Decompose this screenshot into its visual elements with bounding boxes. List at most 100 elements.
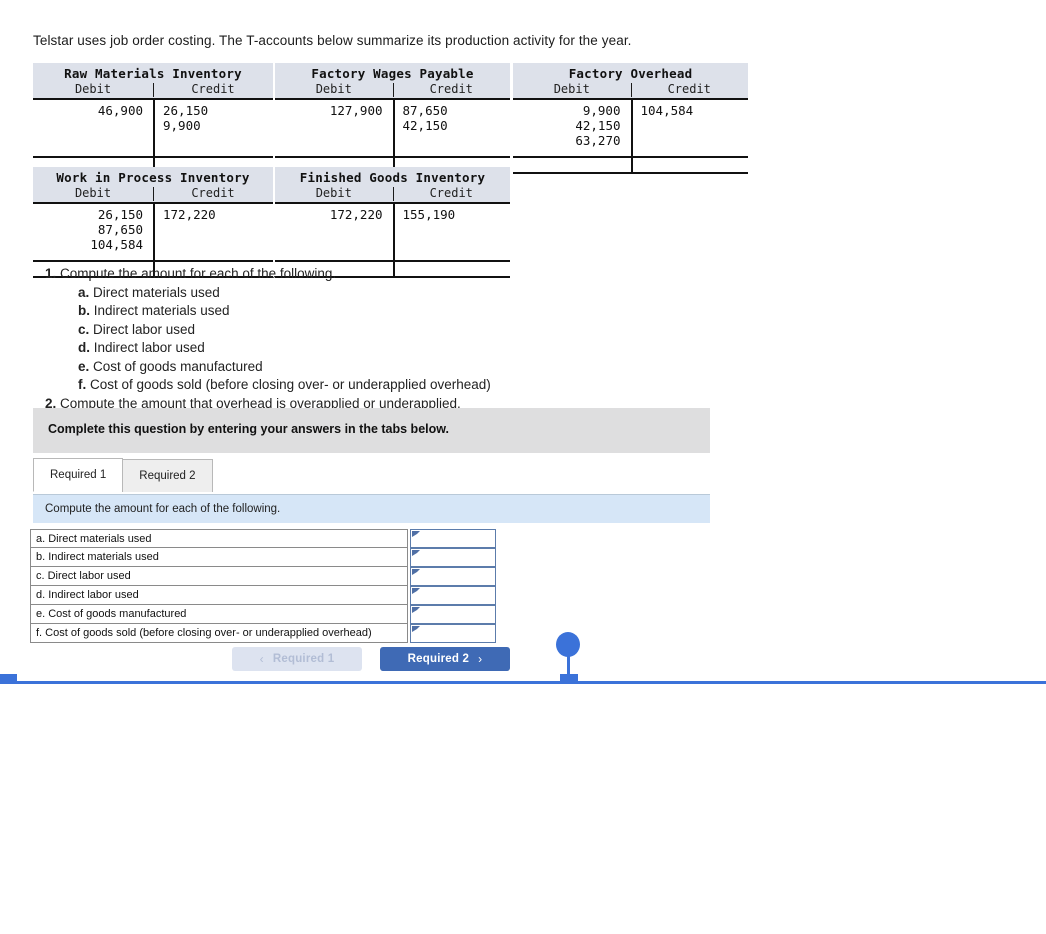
- page-root: Telstar uses job order costing. The T-ac…: [0, 0, 1046, 934]
- answer-row-label: e. Cost of goods manufactured: [30, 605, 409, 624]
- requirement-subitem: b. Indirect materials used: [45, 302, 491, 320]
- answer-row-input[interactable]: [410, 529, 496, 548]
- taccount-debit-column: 46,900: [33, 100, 153, 156]
- taccount-debit-header: Debit: [74, 82, 112, 96]
- answer-row: f. Cost of goods sold (before closing ov…: [30, 624, 496, 643]
- taccount-finished-goods-inventory: Finished Goods Inventory Debit Credit 17…: [275, 167, 510, 278]
- requirement-subitem: d. Indirect labor used: [45, 339, 491, 357]
- requirement-subitem-text: Direct labor used: [89, 321, 196, 337]
- taccount-debit-header: Debit: [74, 186, 112, 200]
- requirement-1-text: Compute the amount for each of the follo…: [60, 266, 337, 281]
- taccount-factory-wages-payable: Factory Wages Payable Debit Credit 127,9…: [275, 63, 510, 174]
- answer-table: a. Direct materials used b. Indirect mate…: [30, 529, 496, 643]
- taccount-credit-header: Credit: [429, 186, 473, 200]
- chevron-right-icon: ›: [478, 652, 483, 666]
- upper-prev-required-1-button[interactable]: ‹ Required 1: [232, 647, 362, 671]
- taccount-debit-header: Debit: [315, 82, 352, 96]
- taccount-amount: 155,190: [402, 207, 456, 222]
- intro-text: Telstar uses job order costing. The T-ac…: [33, 33, 632, 48]
- requirement-1: 1. Compute the amount for each of the fo…: [45, 265, 491, 283]
- requirement-subitem-text: Cost of goods manufactured: [89, 358, 263, 374]
- taccount-credit-header: Credit: [667, 82, 711, 96]
- taccount-credit-header: Credit: [191, 82, 235, 96]
- taccount-credit-column: 87,650 42,150: [393, 100, 511, 156]
- requirement-subitem: f. Cost of goods sold (before closing ov…: [45, 376, 491, 394]
- taccount-work-in-process-inventory: Work in Process Inventory Debit Credit 2…: [33, 167, 273, 278]
- upper-instruction-text: Compute the amount for each of the follo…: [45, 503, 281, 515]
- requirement-subitem: a. Direct materials used: [45, 284, 491, 302]
- taccount-title: Factory Overhead: [513, 63, 748, 82]
- taccount-debit-column: 127,900: [275, 100, 393, 156]
- zoomed-panel: Required 1 Required 2 Compute the amount…: [0, 684, 1046, 934]
- taccount-amount: 26,150: [97, 207, 143, 222]
- taccount-amount: 42,150: [575, 118, 621, 133]
- answer-row: e. Cost of goods manufactured: [30, 605, 496, 624]
- taccount-title: Finished Goods Inventory: [275, 167, 510, 186]
- taccount-credit-column: 172,220: [153, 204, 273, 260]
- taccount-title: Raw Materials Inventory: [33, 63, 273, 82]
- answer-row: d. Indirect labor used: [30, 586, 496, 605]
- upper-next-required-2-button[interactable]: Required 2 ›: [380, 647, 510, 671]
- answer-row-input[interactable]: [410, 567, 496, 586]
- requirement-subitem-marker: b.: [78, 303, 90, 318]
- taccount-body: 127,900 87,650 42,150: [275, 98, 510, 156]
- taccount-subheaders: Debit Credit: [275, 82, 510, 98]
- taccount-body: 46,900 26,150 9,900: [33, 98, 273, 156]
- complete-question-banner: Complete this question by entering your …: [33, 408, 710, 453]
- requirement-subitem-text: Indirect labor used: [90, 340, 205, 355]
- taccount-debit-column: 9,900 42,150 63,270: [513, 100, 631, 156]
- answer-row: c. Direct labor used: [30, 567, 496, 586]
- taccount-amount: 127,900: [329, 103, 383, 118]
- taccount-credit-header: Credit: [429, 82, 473, 96]
- taccount-debit-column: 172,220: [275, 204, 393, 260]
- answer-row-label: d. Indirect labor used: [30, 586, 409, 605]
- upper-next-label: Required 2: [407, 653, 470, 665]
- upper-nav-buttons: ‹ Required 1 Required 2 ›: [232, 647, 510, 671]
- taccount-amount: 9,900: [582, 103, 621, 118]
- taccount-subheaders: Debit Credit: [513, 82, 748, 98]
- answer-row-input[interactable]: [410, 548, 496, 567]
- taccount-raw-materials-inventory: Raw Materials Inventory Debit Credit 46,…: [33, 63, 273, 174]
- answer-row: a. Direct materials used: [30, 529, 496, 548]
- answer-row-label: c. Direct labor used: [30, 567, 409, 586]
- tab-required-2[interactable]: Required 2: [122, 459, 213, 492]
- taccount-debit-header: Debit: [553, 82, 590, 96]
- taccount-title: Factory Wages Payable: [275, 63, 510, 82]
- taccount-debit-header: Debit: [315, 186, 352, 200]
- answer-row: b. Indirect materials used: [30, 548, 496, 567]
- taccount-credit-column: 155,190: [393, 204, 511, 260]
- taccount-amount: 63,270: [575, 133, 621, 148]
- answer-row-input[interactable]: [410, 624, 496, 643]
- requirement-subitem: c. Direct labor used: [45, 321, 491, 339]
- taccount-amount: 172,220: [329, 207, 383, 222]
- taccount-amount: 46,900: [97, 103, 143, 118]
- requirement-1-marker: 1.: [45, 266, 57, 281]
- complete-question-text: Complete this question by entering your …: [48, 422, 449, 436]
- taccount-title: Work in Process Inventory: [33, 167, 273, 186]
- answer-row-label: f. Cost of goods sold (before closing ov…: [30, 624, 409, 643]
- taccount-amount: 87,650: [97, 222, 143, 237]
- taccount-body: 9,900 42,150 63,270 104,584: [513, 98, 748, 156]
- taccount-bottom-rule: [513, 172, 748, 174]
- answer-row-input[interactable]: [410, 605, 496, 624]
- requirement-subitem: e. Cost of goods manufactured: [45, 358, 491, 376]
- taccount-credit-column: 104,584: [631, 100, 749, 156]
- taccount-amount: 87,650: [402, 103, 448, 118]
- taccount-subheaders: Debit Credit: [275, 186, 510, 202]
- requirement-subitem-marker: c.: [78, 321, 90, 337]
- answer-row-label: b. Indirect materials used: [30, 548, 409, 567]
- requirement-subitem-text: Direct materials used: [89, 284, 220, 300]
- taccount-body: 26,150 87,650 104,584 172,220: [33, 202, 273, 260]
- taccount-factory-overhead: Factory Overhead Debit Credit 9,900 42,15…: [513, 63, 748, 174]
- taccount-subheaders: Debit Credit: [33, 82, 273, 98]
- requirement-subitem-marker: e.: [78, 358, 90, 374]
- answer-row-label: a. Direct materials used: [30, 529, 409, 548]
- taccount-amount: 172,220: [163, 207, 216, 222]
- upper-tab-strip: Required 1 Required 2: [33, 458, 213, 492]
- answer-row-input[interactable]: [410, 586, 496, 605]
- taccount-amount: 104,584: [90, 237, 143, 252]
- upper-instruction-band: Compute the amount for each of the follo…: [33, 494, 710, 523]
- taccount-debit-column: 26,150 87,650 104,584: [33, 204, 153, 260]
- tab-required-1[interactable]: Required 1: [33, 458, 124, 492]
- taccount-body: 172,220 155,190: [275, 202, 510, 260]
